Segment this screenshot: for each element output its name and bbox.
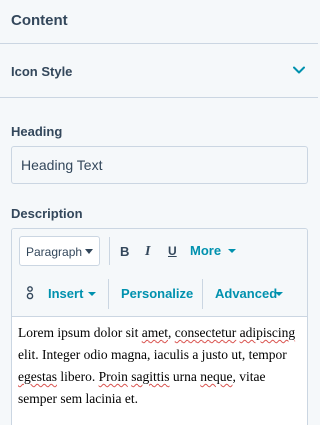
body-text: , — [168, 325, 175, 340]
toolbar-divider — [108, 279, 109, 309]
chevron-down-icon[interactable] — [293, 66, 305, 74]
body-text: Lorem ipsum dolor sit — [18, 325, 142, 340]
body-text: libero. — [56, 369, 99, 384]
italic-button[interactable]: I — [145, 244, 150, 260]
icon-style-section-header[interactable]: Icon Style — [0, 44, 318, 98]
description-text[interactable]: Lorem ipsum dolor sit amet, consectetur … — [18, 322, 302, 410]
spellcheck-word: consectetur — [174, 325, 237, 340]
underline-button[interactable]: U — [168, 244, 177, 258]
editor-toolbar: Paragraph B I U More Insert Personalize … — [12, 229, 307, 317]
heading-input[interactable] — [11, 146, 308, 184]
advanced-menu-button[interactable]: Advanced — [215, 286, 283, 301]
caret-down-icon — [228, 249, 236, 253]
insert-menu-button[interactable]: Insert — [48, 286, 96, 301]
toolbar-divider — [109, 237, 110, 265]
paragraph-format-label: Paragraph — [26, 245, 83, 259]
spellcheck-word: egestas — [18, 369, 57, 384]
description-rich-text-editor[interactable]: Paragraph B I U More Insert Personalize … — [11, 228, 308, 425]
heading-label: Heading — [11, 124, 63, 139]
body-text: urna — [169, 369, 201, 384]
toolbar-divider — [202, 279, 203, 309]
bold-button[interactable]: B — [120, 244, 129, 259]
body-text: elit. Integer odio magna, iaculis a just… — [18, 347, 287, 362]
content-title: Content — [11, 12, 68, 29]
caret-down-icon — [275, 292, 283, 296]
spellcheck-word: neque — [200, 369, 233, 384]
description-label: Description — [11, 206, 83, 221]
advanced-label: Advanced — [215, 286, 278, 301]
more-label: More — [190, 243, 222, 258]
personalize-button[interactable]: Personalize — [121, 286, 193, 301]
spellcheck-word: adipiscing — [239, 325, 296, 340]
paragraph-format-select[interactable]: Paragraph — [19, 236, 100, 266]
insert-label: Insert — [48, 286, 84, 301]
caret-down-icon — [85, 249, 93, 254]
personalization-token-icon — [26, 286, 34, 300]
spellcheck-word: Proin — [98, 369, 128, 384]
more-menu-button[interactable]: More — [190, 243, 236, 258]
caret-down-icon — [88, 292, 96, 296]
content-section-header: Content — [0, 0, 318, 44]
icon-style-title: Icon Style — [11, 64, 73, 79]
spellcheck-word: amet — [141, 325, 168, 340]
spellcheck-word: sagittis — [131, 369, 170, 384]
